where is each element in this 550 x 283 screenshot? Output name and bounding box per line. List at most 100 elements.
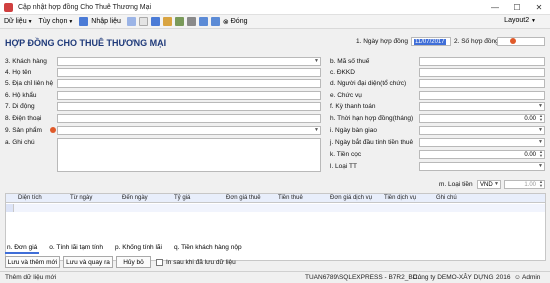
address-label: 5. Địa chỉ liên hệ [5,80,54,87]
column-header[interactable]: Diện tích [18,195,42,201]
tax-code-field[interactable] [419,57,545,66]
spinner-icon[interactable]: ▲ ▼ [539,114,543,122]
caret-icon: ▼ [68,18,74,25]
contract-date-label: 1. Ngày hợp đồng [356,38,408,45]
close-window-button[interactable]: ✕ [528,0,550,15]
representative-field[interactable] [419,79,545,88]
product-label: 9. Sản phẩm [5,127,42,134]
save-icon[interactable] [150,17,160,26]
form-title: HỢP ĐỒNG CHO THUÊ THƯƠNG MẠI [5,38,167,48]
handover-date-field[interactable]: ▼ [419,126,545,135]
column-header[interactable]: Từ ngày [70,195,92,201]
spinner-icon[interactable]: ▲ ▼ [539,180,543,188]
business-reg-label: c. ĐKKD [330,69,355,76]
maximize-button[interactable]: ☐ [506,0,528,15]
tab-temp-interest[interactable]: o. Tính lãi tạm tính [47,243,105,254]
close-x-icon: ⊗ [222,18,229,26]
export-icon[interactable] [162,17,172,26]
exchange-rate-value: 1.00 [524,181,536,188]
representative-label: d. Người đại diện(tổ chức) [330,80,407,87]
save-new-button[interactable]: Lưu và thêm mới [5,256,60,268]
deposit-label: k. Tiền cọc [330,151,362,158]
column-header[interactable]: Đến ngày [122,195,148,201]
tab-no-interest[interactable]: p. Khống tính lãi [113,243,164,254]
phone-field[interactable] [57,114,321,123]
position-field[interactable] [419,91,545,100]
note-field[interactable] [57,138,321,172]
menu-bar: Dữ liệu ▼ Tùy chọn ▼ Nhập liệu ⊗ Đóng Layou… [0,15,550,29]
product-field[interactable]: ▼ [57,126,321,135]
print-icon[interactable] [186,17,196,26]
deposit-field[interactable]: 0.00 ▲ ▼ [419,150,545,159]
contract-no-field[interactable] [497,37,545,46]
customer-field[interactable]: ▼ [57,57,321,66]
rent-start-label: j. Ngày bắt đầu tính tiền thuê [330,139,414,146]
fullname-field[interactable] [57,68,321,77]
next-icon[interactable] [210,17,220,26]
print-after-save-label: In sau khi đã lưu dữ liệu [166,259,236,266]
layout-selector[interactable]: Layout2 ▼ [504,17,536,24]
spinner-icon[interactable]: ▲ ▼ [539,150,543,158]
column-header[interactable]: Ghi chú [436,195,457,201]
currency-label: m. Loại tiền [439,181,473,188]
bottom-tabs: n. Đơn giá o. Tính lãi tạm tính p. Khống… [5,243,252,254]
payment-type-field[interactable]: ▼ [419,162,545,171]
table-row[interactable] [6,204,545,212]
business-reg-field[interactable] [419,68,545,77]
menu-data[interactable]: Dữ liệu ▼ [4,18,33,25]
column-header[interactable]: Tiền dịch vụ [384,195,416,201]
tab-unit-price[interactable]: n. Đơn giá [5,243,40,254]
status-year: 2016 [496,274,511,281]
dropdown-icon: ▼ [314,127,319,133]
app-icon [4,2,13,12]
address-field[interactable] [57,79,321,88]
customer-label: 3. Khách hàng [5,58,47,65]
note-label: a. Ghi chú [5,139,35,146]
column-header[interactable]: Đơn giá dịch vụ [330,195,372,201]
payment-period-field[interactable]: ▼ [419,102,545,111]
new-icon[interactable] [138,17,148,26]
window-controls: — ☐ ✕ [484,0,550,15]
caret-icon: ▼ [27,18,33,25]
row-selector[interactable] [6,204,14,212]
column-header[interactable]: Tiền thuê [278,195,303,201]
menu-options-label: Tùy chọn [38,18,68,25]
payment-period-label: f. Kỳ thanh toán [330,103,376,110]
exchange-rate-field[interactable]: 1.00 ▲ ▼ [504,180,545,189]
window-title: Cập nhật hợp đồng Cho Thuê Thương Mại [18,3,152,11]
column-header[interactable]: Tỷ giá [174,195,190,201]
close-toolbar-button[interactable]: ⊗ Đóng [223,18,248,26]
contract-term-label: h. Thời hạn hợp đồng(tháng) [330,115,414,122]
menu-input[interactable]: Nhập liệu [79,17,121,26]
menu-options[interactable]: Tùy chọn ▼ [39,18,74,25]
refresh-icon[interactable] [174,17,184,26]
help-icon[interactable] [126,17,136,26]
status-bar: Thêm dữ liệu mới TUAN6789\SQLEXPRESS - B… [0,271,550,283]
contract-term-value: 0.00 [524,115,536,122]
caret-icon: ▼ [531,18,536,24]
tab-customer-payment[interactable]: q. Tiền khách hàng nộp [172,243,244,254]
currency-value: VND [480,181,493,188]
user-icon: ☺ [514,274,521,281]
contract-term-field[interactable]: 0.00 ▲ ▼ [419,114,545,123]
currency-field[interactable]: VND ▼ [477,180,501,189]
title-bar: Cập nhật hợp đồng Cho Thuê Thương Mại — … [0,0,550,15]
mobile-label: 7. Di động [5,103,35,110]
payment-type-label: l. Loại TT [330,163,357,170]
dropdown-icon: ▼ [538,103,543,109]
save-back-button[interactable]: Lưu và quay ra [63,256,113,268]
tax-code-label: b. Mã số thuế [330,58,370,65]
status-message: Thêm dữ liệu mới [5,274,57,281]
minimize-button[interactable]: — [484,0,506,15]
rent-start-field[interactable]: ▼ [419,138,545,147]
contract-date-field[interactable]: 11/07/2017 [411,37,451,46]
prev-icon[interactable] [198,17,208,26]
grid-header: Diện tích Từ ngày Đến ngày Tỷ giá Đơn gi… [6,194,545,203]
print-after-save-checkbox[interactable] [156,259,163,266]
mobile-field[interactable] [57,102,321,111]
column-header[interactable]: Đơn giá thuê [226,195,261,201]
household-field[interactable] [57,91,321,100]
cancel-button[interactable]: Hủy bỏ [116,256,151,268]
required-icon [50,127,56,133]
dropdown-icon: ▼ [538,139,543,145]
